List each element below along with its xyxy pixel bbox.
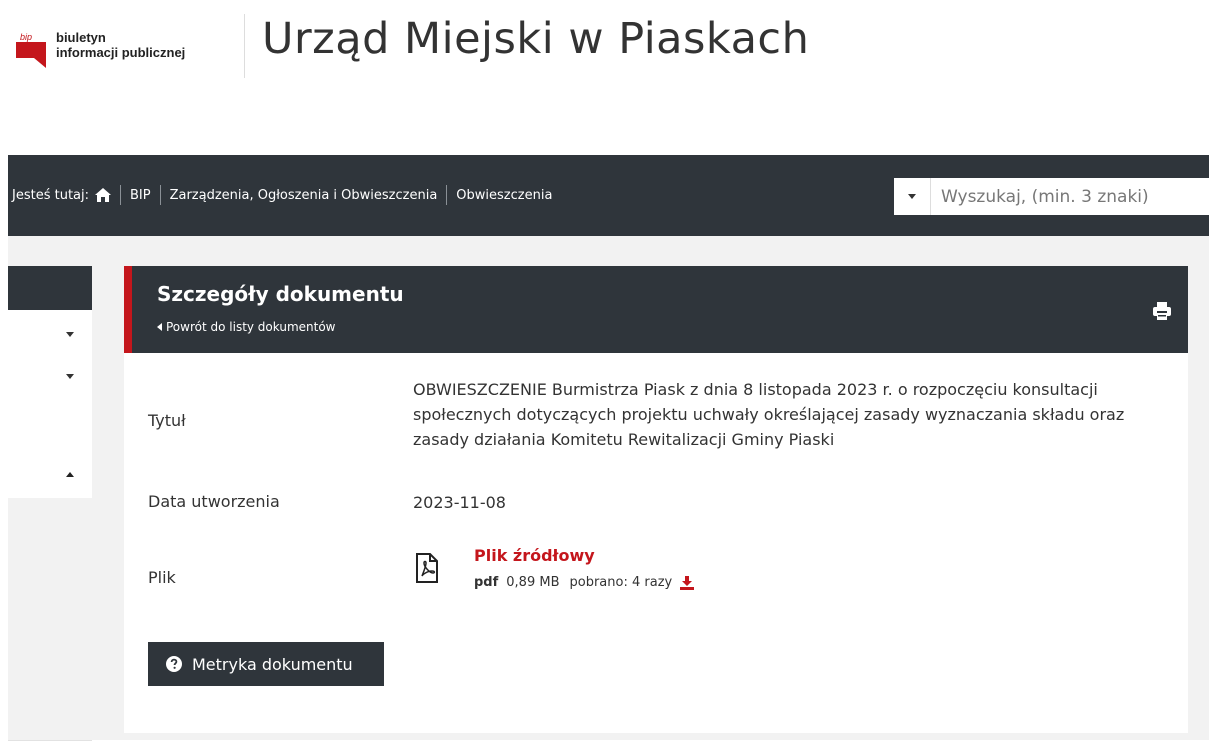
breadcrumb-separator	[446, 185, 448, 205]
sidebar-item[interactable]	[8, 442, 92, 499]
breadcrumb-item-obwieszczenia[interactable]: Obwieszczenia	[456, 188, 552, 203]
bip-logo-text: biuletyn informacji publicznej	[56, 30, 185, 60]
back-link-label: Powrót do listy dokumentów	[166, 320, 336, 334]
page-header: bip biuletyn informacji publicznej Urząd…	[0, 0, 1209, 155]
sidebar-subitem[interactable]	[8, 598, 92, 651]
sidebar-header	[8, 266, 92, 310]
sidebar-menu	[8, 266, 92, 741]
file-label: Plik	[148, 568, 176, 587]
sidebar-subitem[interactable]	[8, 546, 92, 599]
download-count: pobrano: 4 razy	[569, 575, 673, 590]
breadcrumb-separator	[159, 185, 161, 205]
chevron-down-icon	[908, 194, 916, 199]
file-link[interactable]: Plik źródłowy	[474, 546, 595, 565]
title-value: OBWIESZCZENIE Burmistrza Piask z dnia 8 …	[413, 380, 1125, 449]
breadcrumb-separator	[120, 185, 121, 205]
site-title: Urząd Miejski w Piaskach	[262, 14, 810, 64]
breadcrumb-item-bip[interactable]: BIP	[130, 188, 151, 203]
chevron-left-icon	[157, 323, 162, 331]
chevron-up-icon	[66, 472, 74, 477]
header-divider	[244, 14, 245, 78]
date-label: Data utworzenia	[148, 492, 280, 511]
bip-logo[interactable]: bip biuletyn informacji publicznej	[16, 30, 216, 70]
sidebar-item	[8, 398, 92, 442]
document-panel: Szczegóły dokumentu Powrót do listy doku…	[124, 266, 1188, 733]
sidebar-item[interactable]	[8, 310, 92, 355]
breadcrumb-item-zarzadzenia[interactable]: Zarządzenia, Ogłoszenia i Obwieszczenia	[170, 188, 438, 203]
chevron-down-icon	[66, 332, 74, 337]
metryka-button-label: Metryka dokumentu	[192, 654, 353, 674]
page-title: Szczegóły dokumentu	[157, 282, 404, 306]
document-panel-header: Szczegóły dokumentu Powrót do listy doku…	[124, 266, 1188, 353]
file-meta: pdf 0,89 MB pobrano: 4 razy	[474, 575, 695, 590]
sidebar-subitem[interactable]	[8, 696, 92, 741]
bip-line-1: biuletyn	[56, 30, 106, 45]
svg-text:bip: bip	[20, 32, 32, 42]
title-label: Tytuł	[148, 411, 186, 430]
sidebar-item[interactable]	[8, 354, 92, 398]
chevron-down-icon	[66, 374, 74, 379]
search-box	[894, 178, 1209, 215]
date-value: 2023-11-08	[413, 493, 506, 512]
pdf-file-icon	[416, 553, 438, 583]
sidebar-subitem[interactable]	[8, 650, 92, 697]
home-icon[interactable]	[95, 188, 111, 202]
back-to-list-link[interactable]: Powrót do listy dokumentów	[157, 320, 336, 334]
download-icon[interactable]	[680, 575, 695, 590]
print-icon[interactable]	[1152, 302, 1172, 320]
bip-flag-icon: bip	[16, 32, 46, 68]
bip-line-2: informacji publicznej	[56, 45, 186, 60]
breadcrumb-prefix: Jesteś tutaj:	[12, 187, 89, 203]
sidebar-subitem[interactable]	[8, 498, 92, 547]
question-circle-icon	[166, 656, 182, 672]
file-extension: pdf	[474, 575, 499, 590]
breadcrumb-bar: Jesteś tutaj: BIP Zarządzenia, Ogłoszeni…	[8, 155, 1209, 236]
file-size: 0,89 MB	[506, 575, 560, 590]
search-scope-dropdown[interactable]	[894, 178, 931, 215]
metryka-button[interactable]: Metryka dokumentu	[148, 642, 384, 686]
search-input[interactable]	[931, 178, 1203, 215]
breadcrumb: Jesteś tutaj: BIP Zarządzenia, Ogłoszeni…	[12, 185, 552, 205]
